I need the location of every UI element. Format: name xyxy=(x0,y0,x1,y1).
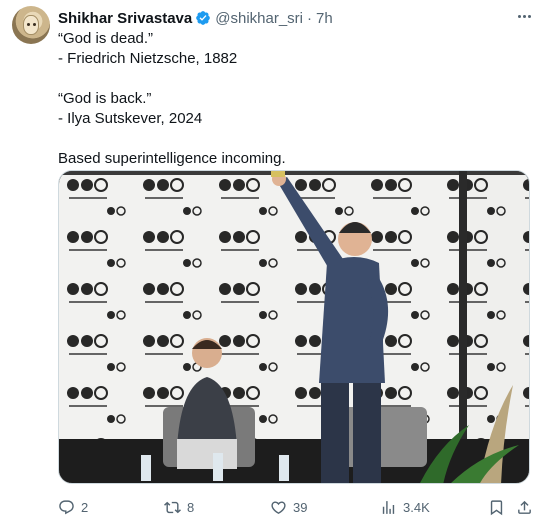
like-count: 39 xyxy=(293,499,308,515)
views-count: 3.4K xyxy=(403,499,430,515)
tweet-line: - Friedrich Nietzsche, 1882 xyxy=(58,50,238,67)
share-icon xyxy=(516,499,533,516)
author-handle[interactable]: @shikhar_sri xyxy=(215,10,303,27)
avatar[interactable] xyxy=(12,6,50,44)
retweet-count: 8 xyxy=(187,499,195,515)
share-button[interactable] xyxy=(516,496,533,518)
heart-icon xyxy=(270,499,287,516)
tweet-text: “God is dead.” - Friedrich Nietzsche, 18… xyxy=(58,29,528,169)
tweet-line: “God is dead.” xyxy=(58,30,154,47)
tweet-actions: 2 8 39 3.4K xyxy=(58,496,534,518)
views-button[interactable]: 3.4K xyxy=(380,496,430,518)
avatar-eye-left xyxy=(27,23,30,26)
tweet-card[interactable]: Shikhar Srivastava @shikhar_sri · 7h “Go… xyxy=(0,0,554,522)
bookmark-button[interactable] xyxy=(488,496,505,518)
retweet-icon xyxy=(164,499,181,516)
retweet-button[interactable]: 8 xyxy=(164,496,194,518)
tweet-header: Shikhar Srivastava @shikhar_sri · 7h xyxy=(58,8,333,28)
tweet-line: Based superintelligence incoming. xyxy=(58,150,286,167)
tweet-photo[interactable] xyxy=(58,170,530,484)
tweet-line: “God is back.” xyxy=(58,90,152,107)
tweet-line: - Ilya Sutskever, 2024 xyxy=(58,110,203,127)
more-options-icon[interactable] xyxy=(512,6,536,26)
author-name[interactable]: Shikhar Srivastava xyxy=(58,10,192,27)
avatar-eye-right xyxy=(33,23,36,26)
reply-button[interactable]: 2 xyxy=(58,496,88,518)
reply-count: 2 xyxy=(81,499,89,515)
like-button[interactable]: 39 xyxy=(270,496,307,518)
separator-dot: · xyxy=(307,9,313,27)
reply-icon xyxy=(58,499,75,516)
views-icon xyxy=(380,499,397,516)
verified-badge-icon xyxy=(195,10,211,26)
avatar-face xyxy=(23,15,39,35)
timestamp[interactable]: 7h xyxy=(316,10,333,27)
bookmark-icon xyxy=(488,499,505,516)
